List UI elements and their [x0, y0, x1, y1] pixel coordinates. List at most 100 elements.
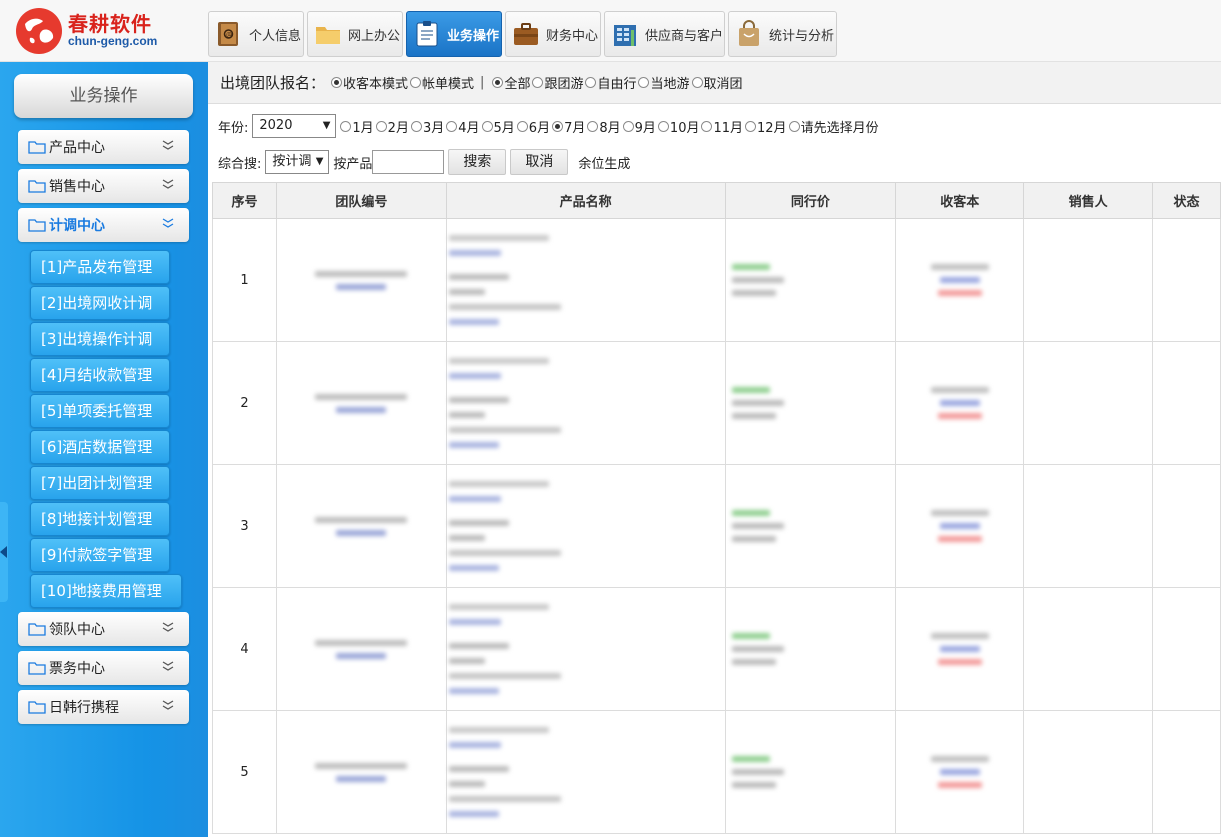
sidebar-sub-item[interactable]: [2]出境网收计调 — [30, 286, 170, 320]
redacted-content — [448, 235, 725, 325]
cancel-button[interactable]: 取消 — [510, 149, 569, 175]
sidebar-sub-item[interactable]: [7]出团计划管理 — [30, 466, 170, 500]
team-code-cell[interactable] — [275, 710, 447, 834]
year-select[interactable]: 2020 ▼ — [252, 114, 337, 138]
radio-type-group-tour[interactable] — [532, 77, 544, 88]
radio-month-5[interactable] — [481, 120, 493, 132]
sidebar-category-product-center[interactable]: 产品中心 — [18, 130, 189, 164]
team-code-cell[interactable] — [275, 341, 447, 465]
sidebar-category-ticket-center[interactable]: 票务中心 — [18, 651, 189, 685]
peer-price-cell — [724, 464, 897, 588]
nav-statistics[interactable]: 统计与分析 — [728, 11, 837, 57]
table-row[interactable]: 5 — [212, 710, 1221, 834]
sidebar-sub-item[interactable]: [8]地接计划管理 — [30, 502, 170, 536]
column-header: 销售人 — [1023, 182, 1154, 219]
search-button[interactable]: 搜索 — [448, 149, 507, 175]
radio-mode-booklet[interactable] — [331, 77, 343, 88]
radio-month-7[interactable] — [552, 120, 564, 132]
sidebar-category-label: 销售中心 — [49, 179, 105, 195]
radio-month-12[interactable] — [745, 120, 757, 132]
product-name-cell[interactable] — [445, 587, 726, 711]
team-code-cell[interactable] — [275, 587, 447, 711]
product-name-cell[interactable] — [445, 710, 726, 834]
redacted-content — [448, 727, 725, 817]
table-row[interactable]: 2 — [212, 341, 1221, 465]
product-search-input[interactable] — [372, 150, 445, 174]
chevron-down-icon — [162, 661, 174, 671]
peer-price-cell — [724, 710, 897, 834]
registration-filter-bar: 出境团队报名： 收客本模式 帐单模式 | 全部 跟团游 自由行 当地游 取消团 — [208, 62, 1221, 104]
briefcase-icon — [514, 23, 538, 45]
sidebar-sub-item[interactable]: [10]地接费用管理 — [30, 574, 182, 608]
nav-personal-info[interactable]: @ 个人信息 — [208, 11, 304, 57]
sidebar-collapse-handle[interactable] — [0, 502, 8, 602]
team-code-cell[interactable] — [275, 218, 447, 342]
nav-business-ops[interactable]: 业务操作 — [406, 11, 502, 57]
sidebar-sub-item[interactable]: [1]产品发布管理 — [30, 250, 170, 284]
radio-month-1[interactable] — [340, 120, 352, 132]
sidebar-sub-item[interactable]: [4]月结收款管理 — [30, 358, 170, 392]
sidebar-category-japan-korea-ctrip[interactable]: 日韩行携程 — [18, 690, 189, 724]
radio-month-9[interactable] — [622, 120, 634, 132]
radio-type-all[interactable] — [492, 77, 504, 88]
radio-month-11[interactable] — [701, 120, 713, 132]
radio-month-2[interactable] — [375, 120, 387, 132]
redacted-content — [726, 387, 896, 419]
radio-label: 7月 — [564, 120, 586, 136]
sidebar-category-label: 票务中心 — [49, 661, 105, 677]
nav-finance-center[interactable]: 财务中心 — [505, 11, 601, 57]
column-header: 序号 — [212, 182, 277, 219]
sidebar-sub-item[interactable]: [6]酒店数据管理 — [30, 430, 170, 464]
nav-label: 网上办公 — [348, 28, 401, 44]
logo[interactable]: 春耕软件 chun-geng.com — [16, 6, 176, 54]
salesperson-cell — [1023, 587, 1154, 711]
logo-brand-text: 春耕软件 — [68, 12, 152, 36]
radio-label: 3月 — [422, 120, 445, 136]
radio-month-4[interactable] — [446, 120, 458, 132]
logo-domain-text: chun-geng.com — [68, 34, 158, 48]
radio-type-local[interactable] — [638, 77, 650, 88]
sidebar-category-sales-center[interactable]: 销售中心 — [18, 169, 189, 203]
booklet-cell — [895, 710, 1025, 834]
redacted-content — [726, 264, 896, 296]
dropdown-arrow-icon: ▼ — [322, 120, 331, 131]
search-label: 综合搜: — [218, 156, 262, 172]
product-name-cell[interactable] — [445, 464, 726, 588]
table-row[interactable]: 1 — [212, 218, 1221, 342]
product-name-cell[interactable] — [445, 218, 726, 342]
remainder-generate-link[interactable]: 余位生成 — [578, 153, 630, 172]
nav-suppliers-customers[interactable]: 供应商与客户 — [604, 11, 725, 57]
radio-type-independent[interactable] — [585, 77, 597, 88]
svg-text:@: @ — [226, 32, 232, 39]
redacted-content — [896, 264, 1023, 296]
search-bar: 综合搜: 按计调 ▼ 按产品 搜索 取消 余位生成 — [208, 146, 1221, 178]
search-type-select[interactable]: 按计调 ▼ — [265, 150, 330, 174]
sidebar-category-label: 计调中心 — [49, 218, 105, 234]
radio-month-10[interactable] — [657, 120, 669, 132]
redacted-content — [726, 756, 896, 788]
radio-month-8[interactable] — [587, 120, 599, 132]
radio-mode-bill[interactable] — [410, 77, 422, 88]
sidebar-sub-item[interactable]: [9]付款签字管理 — [30, 538, 170, 572]
nav-label: 业务操作 — [447, 28, 500, 44]
date-filter-bar: 年份: 2020 ▼ 1月 2月 3月 4月 5月 6月 7月 8月 9月 10… — [208, 110, 1221, 142]
sidebar-sub-item[interactable]: [5]单项委托管理 — [30, 394, 170, 428]
product-name-cell[interactable] — [445, 341, 726, 465]
radio-label: 全部 — [504, 77, 531, 92]
team-code-cell[interactable] — [275, 464, 447, 588]
status-cell — [1152, 710, 1221, 834]
table-row[interactable]: 4 — [212, 587, 1221, 711]
sidebar-category-dispatch-center[interactable]: 计调中心 — [18, 208, 189, 242]
radio-month-6[interactable] — [516, 120, 528, 132]
radio-month-none[interactable] — [788, 120, 800, 132]
radio-month-3[interactable] — [410, 120, 422, 132]
sidebar-sub-item[interactable]: [3]出境操作计调 — [30, 322, 170, 356]
folder-outline-icon — [28, 219, 46, 232]
folder-outline-icon — [28, 180, 46, 193]
status-cell — [1152, 218, 1221, 342]
nav-online-office[interactable]: 网上办公 — [307, 11, 403, 57]
table-row[interactable]: 3 — [212, 464, 1221, 588]
radio-type-cancelled[interactable] — [691, 77, 703, 88]
sidebar-category-leader-center[interactable]: 领队中心 — [18, 612, 189, 646]
address-book-icon: @ — [218, 22, 238, 46]
